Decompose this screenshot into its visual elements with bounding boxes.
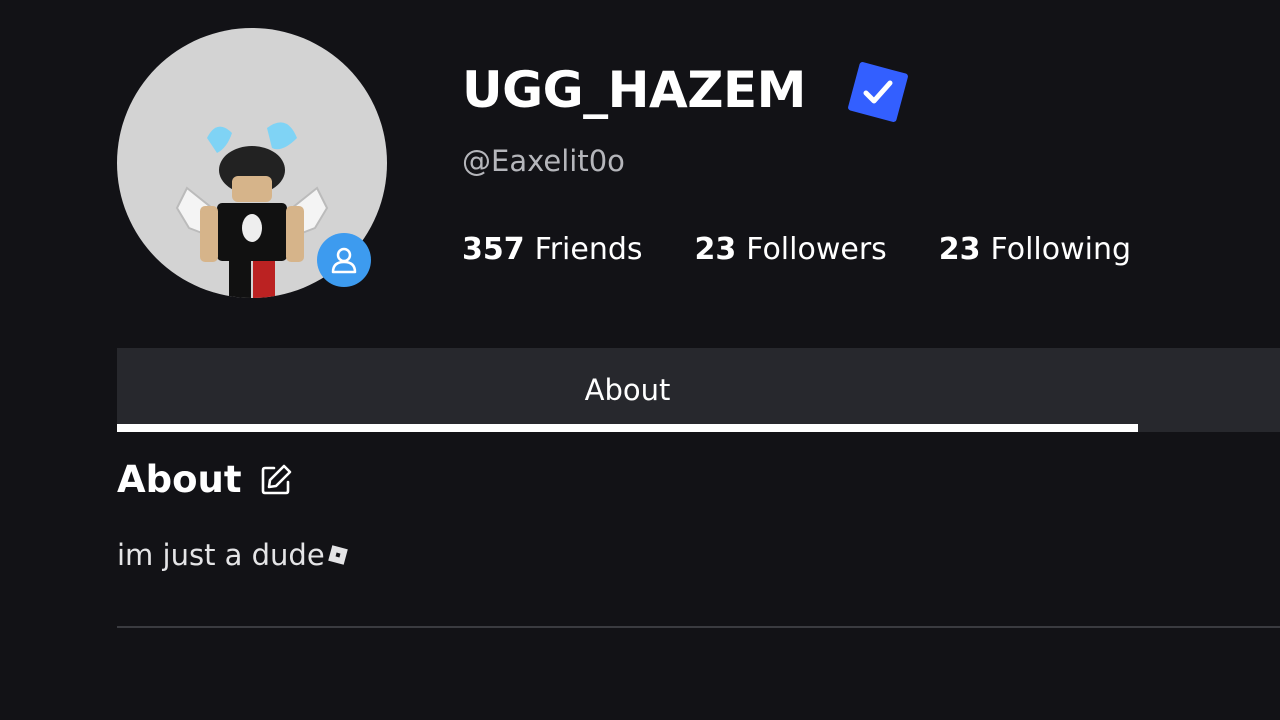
edit-icon[interactable]	[258, 462, 294, 498]
user-presence-icon	[317, 233, 371, 287]
section-divider	[117, 626, 1280, 628]
followers-stat[interactable]: 23 Followers	[695, 229, 887, 271]
followers-count: 23	[694, 232, 737, 267]
friends-label: Friends	[534, 232, 643, 267]
tab-bar: About	[117, 348, 1280, 432]
about-heading-text: About	[117, 458, 242, 501]
active-tab-indicator	[117, 424, 1138, 432]
display-name: UGG_HAZEM	[462, 61, 806, 119]
friends-stat[interactable]: 357 Friends	[462, 229, 643, 271]
following-label: Following	[990, 232, 1132, 267]
about-text: im just a dude	[117, 538, 325, 572]
roblox-logo-icon	[327, 545, 348, 565]
followers-label: Followers	[746, 232, 887, 267]
about-description: im just a dude	[117, 535, 349, 575]
friends-count: 357	[462, 232, 525, 267]
tab-about[interactable]: About	[117, 348, 1138, 432]
stats-row: 357 Friends 23 Followers 23 Following	[462, 229, 1131, 271]
about-heading: About	[117, 455, 294, 505]
following-count: 23	[938, 232, 981, 267]
verified-badge-icon	[845, 59, 911, 125]
profile-page: UGG_HAZEM @Eaxelit0o 357 Friends 23 Foll…	[0, 0, 1280, 720]
following-stat[interactable]: 23 Following	[939, 229, 1131, 271]
username: @Eaxelit0o	[462, 144, 625, 178]
